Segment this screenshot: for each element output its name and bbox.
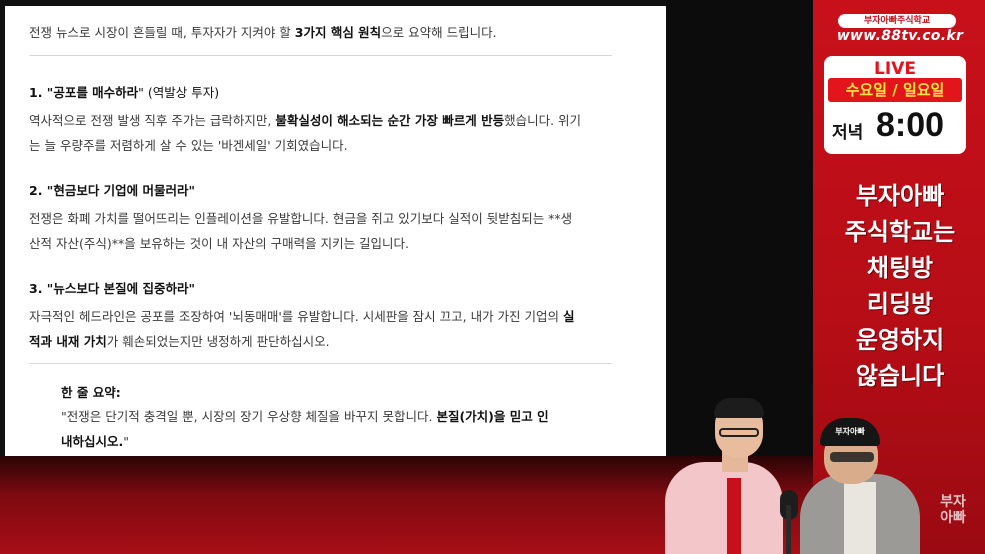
- presenter-left-shirt: [665, 462, 783, 554]
- live-label: LIVE: [874, 59, 916, 79]
- principle-3-body-line2: 적과 내재 가치가 훼손되었는지만 냉정하게 판단하십시오.: [29, 334, 330, 349]
- site-url: www.88tv.co.kr: [836, 28, 964, 44]
- notice-line-1: 부자아빠: [855, 182, 945, 210]
- notice-line-4: 리딩방: [866, 290, 934, 318]
- notice-line-6: 않습니다: [855, 362, 945, 390]
- divider: [29, 55, 612, 56]
- time-label: 저녁: [832, 123, 864, 143]
- principle-2-title: 2. "현금보다 기업에 머물러라": [29, 183, 196, 198]
- sunglasses-icon: [830, 452, 874, 462]
- broadcast-days: 수요일 / 일요일: [828, 78, 962, 102]
- principle-3-title: 3. "뉴스보다 본질에 집중하라": [29, 281, 196, 296]
- principle-1-body-line1: 역사적으로 전쟁 발생 직후 주가는 급락하지만, 불확실성이 해소되는 순간 …: [29, 113, 582, 128]
- principle-2-body-line2: 산적 자산(주식)**을 보유하는 것이 내 자산의 구매력을 지키는 길입니다…: [29, 236, 410, 251]
- principle-3-body-line1: 자극적인 헤드라인은 공포를 조장하여 '뇌동매매'를 유발합니다. 시세판을 …: [29, 309, 575, 324]
- cap-logo-text: 부자아빠: [835, 427, 865, 436]
- presenter-left-hair: [714, 398, 764, 418]
- notice-line-3: 채팅방: [866, 254, 934, 282]
- summary-heading: 한 줄 요약:: [61, 385, 121, 400]
- summary-line2: 내하십시오.": [61, 434, 129, 449]
- video-background: [666, 0, 816, 460]
- principle-1-title: 1. "공포를 매수하라" (역발상 투자): [29, 85, 220, 100]
- intro-text: 전쟁 뉴스로 시장이 흔들릴 때, 투자자가 지켜야 할 3가지 핵심 원칙으로…: [29, 25, 497, 40]
- presenter-left-tie: [727, 478, 741, 554]
- notice-line-5: 운영하지: [855, 326, 945, 354]
- corner-channel-logo: 부자 아빠: [936, 494, 970, 526]
- corner-logo-line1: 부자: [940, 494, 966, 510]
- brand-logo-small: 부자아빠주식학교: [838, 14, 956, 28]
- notice-line-2: 주식학교는: [844, 218, 956, 246]
- document-panel: 전쟁 뉴스로 시장이 흔들릴 때, 투자자가 지켜야 할 3가지 핵심 원칙으로…: [5, 6, 666, 456]
- glasses-icon: [719, 428, 759, 437]
- live-schedule-card: LIVE 수요일 / 일요일 저녁 8:00: [824, 56, 966, 154]
- corner-logo-line2: 아빠: [940, 510, 966, 526]
- time-value: 8:00: [876, 106, 945, 144]
- presenter-right-shirt: [844, 482, 876, 554]
- principle-1-body-line2: 는 늘 우량주를 저렴하게 살 수 있는 '바겐세일' 기회였습니다.: [29, 138, 348, 153]
- microphone-stand: [786, 505, 791, 554]
- divider: [29, 363, 612, 364]
- principle-2-body-line1: 전쟁은 화폐 가치를 떨어뜨리는 인플레이션을 유발합니다. 현금을 쥐고 있기…: [29, 211, 573, 226]
- summary-line1: "전쟁은 단기적 충격일 뿐, 시장의 장기 우상향 체질을 바꾸지 못합니다.…: [61, 409, 549, 424]
